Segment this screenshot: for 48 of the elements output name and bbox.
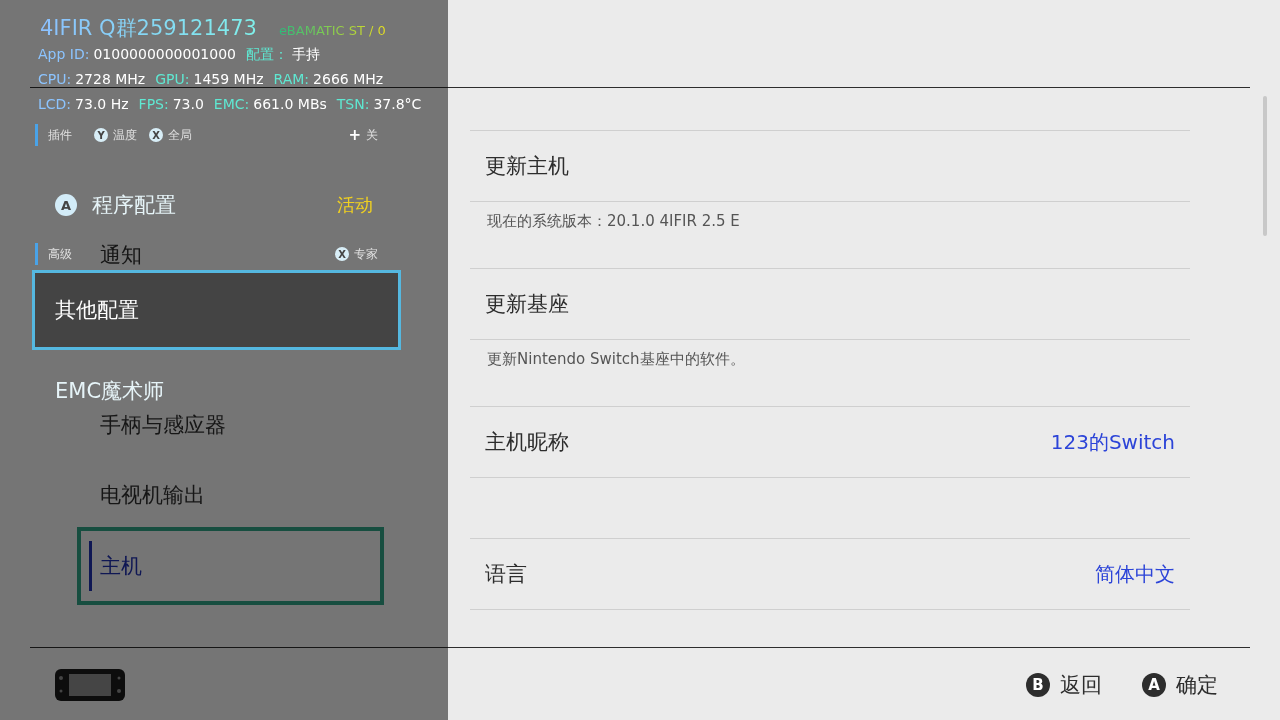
stat-label: FPS: <box>138 95 169 114</box>
stat-label: GPU: <box>155 70 190 89</box>
button-hint: X 全局 <box>149 126 192 144</box>
section-label: 高级 <box>48 245 72 263</box>
sidebar-item[interactable]: 手柄与感应器 <box>77 400 384 450</box>
settings-row[interactable]: 主机昵称 123的Switch <box>470 407 1190 478</box>
section-marker <box>35 124 38 146</box>
setting-value: 简体中文 <box>1095 560 1175 588</box>
stat-value: 2666 MHz <box>313 70 384 89</box>
settings-row[interactable]: 更新主机 <box>470 131 1190 202</box>
handheld-console-icon <box>55 668 125 701</box>
section-label: 插件 <box>48 126 72 144</box>
section-marker <box>35 243 38 265</box>
setting-description: 更新Nintendo Switch基座中的软件。 <box>487 350 745 368</box>
stat-label: App ID: <box>38 45 90 64</box>
stat-label: CPU: <box>38 70 72 89</box>
button-hint: Y 温度 <box>94 126 137 144</box>
stat-value: 手持 <box>291 45 320 64</box>
stat-label: 配置： <box>245 45 288 64</box>
overlay-status: eBAMATIC ST / 0 <box>278 23 386 38</box>
footer-button[interactable]: A 确定 <box>1142 670 1218 699</box>
settings-row[interactable]: 语言 简体中文 <box>470 539 1190 610</box>
footer-button[interactable]: B 返回 <box>1026 670 1102 699</box>
stat-value: 661.0 MBs <box>253 95 327 114</box>
stat-value: 1459 MHz <box>193 70 264 89</box>
setting-label: 更新基座 <box>485 291 569 318</box>
button-hint: X 专家 <box>335 245 378 263</box>
button-hint: + 关 <box>348 126 378 144</box>
stat-label: EMC: <box>213 95 250 114</box>
settings-row[interactable]: 更新基座 <box>470 269 1190 340</box>
overlay-menu-item[interactable]: A 程序配置 活动 <box>32 174 401 236</box>
stat-value: 0100000000001000 <box>93 45 236 64</box>
sidebar-item[interactable]: 主机 <box>77 527 384 605</box>
stat-value: 37.8°C <box>373 95 422 114</box>
stat-label: LCD: <box>38 95 72 114</box>
setting-label: 语言 <box>485 561 527 588</box>
stat-value: 73.0 Hz <box>75 95 129 114</box>
setting-label: 主机昵称 <box>485 429 569 456</box>
stat-value: 73.0 <box>172 95 204 114</box>
stat-value: 2728 MHz <box>75 70 146 89</box>
stat-label: RAM: <box>273 70 310 89</box>
scrollbar[interactable] <box>1263 96 1267 236</box>
setting-label: 更新主机 <box>485 153 569 180</box>
overlay-menu-item[interactable]: 其他配置 <box>32 270 401 350</box>
sidebar-item[interactable]: 电视机输出 <box>77 470 384 520</box>
setting-value: 123的Switch <box>1050 428 1175 456</box>
stat-label: TSN: <box>336 95 370 114</box>
setting-description: 现在的系统版本：20.1.0 4IFIR 2.5 E <box>487 212 740 230</box>
